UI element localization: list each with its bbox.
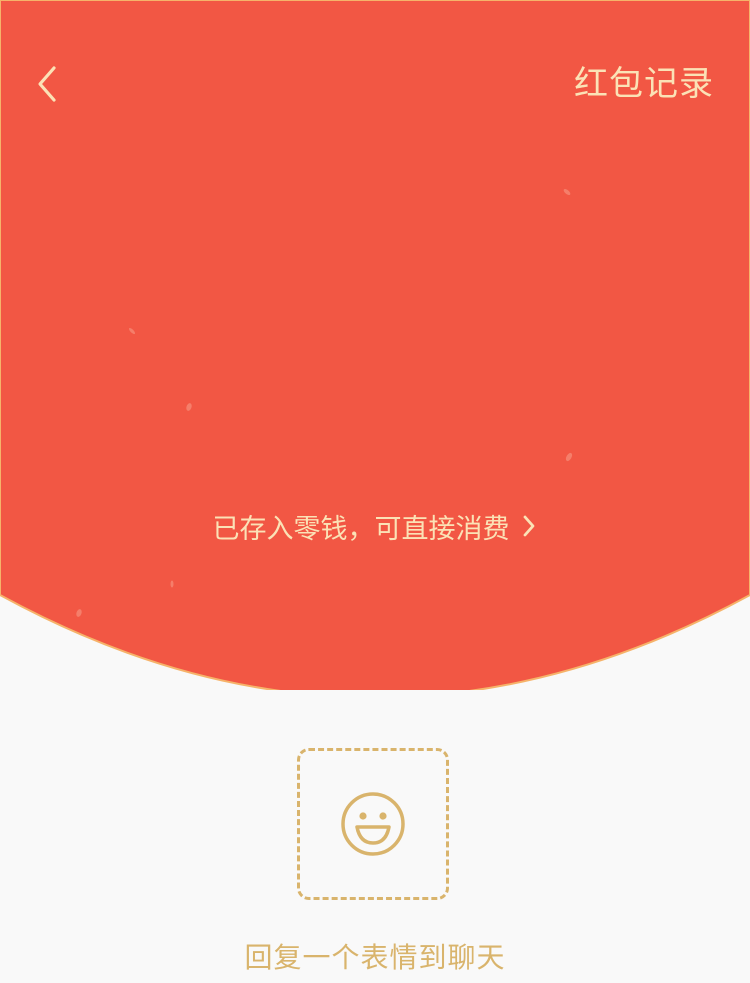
- stored-to-change-link[interactable]: 已存入零钱，可直接消费: [0, 506, 750, 546]
- back-button[interactable]: [26, 62, 66, 106]
- chevron-left-icon: [32, 64, 60, 104]
- red-packet-records-link[interactable]: 红包记录: [574, 62, 714, 106]
- stored-to-change-text: 已存入零钱，可直接消费: [212, 513, 510, 545]
- reply-emoji-label: 回复一个表情到聊天: [244, 941, 506, 974]
- top-bar: 红包记录: [0, 52, 750, 116]
- chevron-right-icon: [520, 512, 538, 540]
- reply-emoji-button[interactable]: [297, 748, 449, 900]
- smiley-face-icon: [338, 789, 408, 859]
- red-packet-detail-screen: 红包记录 已存入零钱，可直接消费 回复一个表情到聊天: [0, 0, 750, 983]
